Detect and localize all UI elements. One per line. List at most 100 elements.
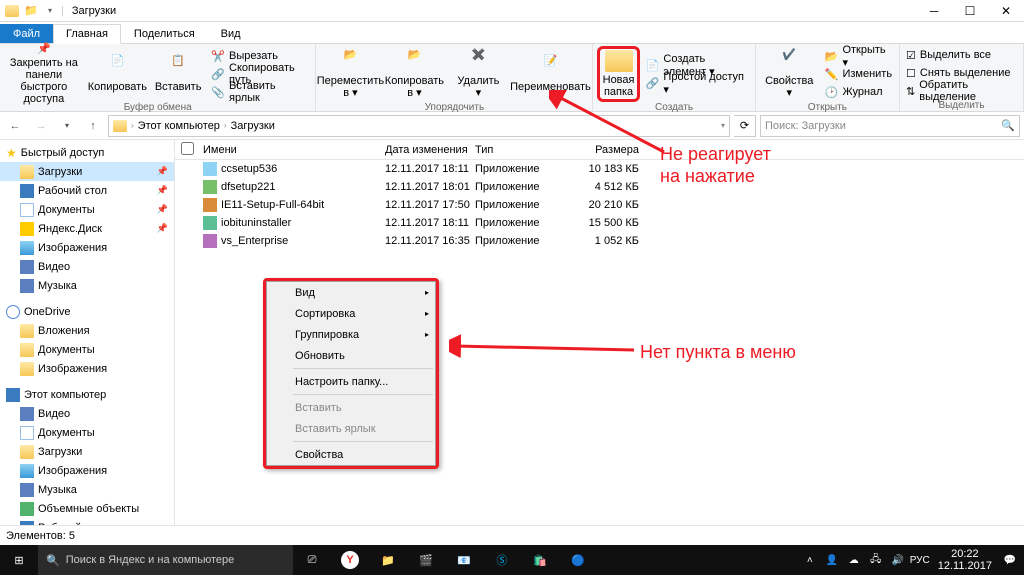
table-row[interactable]: dfsetup221 12.11.2017 18:01 Приложение 4… bbox=[175, 178, 1024, 196]
refresh-button[interactable]: ⟳ bbox=[734, 115, 756, 137]
sidebar-item-pc-downloads[interactable]: Загрузки bbox=[0, 442, 174, 461]
minimize-button[interactable]: ─ bbox=[916, 0, 952, 22]
tb-app3[interactable]: 🛍️ bbox=[521, 545, 559, 575]
clipboard-group-label: Буфер обмена bbox=[4, 102, 311, 114]
start-button[interactable]: ⊞ bbox=[0, 545, 38, 575]
table-row[interactable]: vs_Enterprise 12.11.2017 16:35 Приложени… bbox=[175, 232, 1024, 250]
properties-button[interactable]: ✔️Свойства ▾ bbox=[760, 46, 819, 102]
table-row[interactable]: ccsetup536 12.11.2017 18:11 Приложение 1… bbox=[175, 160, 1024, 178]
tray-network-icon[interactable]: 🖧 bbox=[866, 545, 886, 575]
tray-volume-icon[interactable]: 🔊 bbox=[888, 545, 908, 575]
crumb-0[interactable]: Этот компьютер bbox=[138, 120, 220, 132]
edit-button[interactable]: ✏️ Изменить bbox=[823, 65, 895, 83]
copy-button[interactable]: 📄Копировать bbox=[88, 46, 147, 102]
ribbon-tabs: Файл Главная Поделиться Вид bbox=[0, 22, 1024, 44]
tray-lang[interactable]: РУС bbox=[910, 545, 930, 575]
table-row[interactable]: IE11-Setup-Full-64bit 12.11.2017 17:50 П… bbox=[175, 196, 1024, 214]
qat-new-folder-icon[interactable]: 📁 bbox=[23, 3, 39, 19]
ctx-group[interactable]: Группировка bbox=[267, 324, 435, 345]
new-folder-button[interactable]: Новая папка bbox=[597, 46, 639, 102]
sidebar-item-videos[interactable]: Видео bbox=[0, 257, 174, 276]
invert-selection-button[interactable]: ⇅ Обратить выделение bbox=[904, 82, 1019, 100]
quick-access-header[interactable]: ★Быстрый доступ bbox=[0, 144, 174, 162]
task-view-button[interactable]: ⎚ bbox=[293, 545, 331, 575]
breadcrumb[interactable]: › Этот компьютер › Загрузки ▾ bbox=[108, 115, 730, 137]
pin-quick-access-button[interactable]: 📌 Закрепить на панели быстрого доступа bbox=[4, 46, 84, 102]
address-bar: ← → ▾ ↑ › Этот компьютер › Загрузки ▾ ⟳ … bbox=[0, 112, 1024, 140]
tray-chevron-up-icon[interactable]: ˄ bbox=[800, 545, 820, 575]
sidebar-item-pc-pictures[interactable]: Изображения bbox=[0, 461, 174, 480]
ctx-customize[interactable]: Настроить папку... bbox=[267, 371, 435, 392]
tray-onedrive-icon[interactable]: ☁ bbox=[844, 545, 864, 575]
item-count: Элементов: 5 bbox=[6, 530, 75, 542]
close-button[interactable]: ✕ bbox=[988, 0, 1024, 22]
qat-down-icon[interactable] bbox=[4, 3, 20, 19]
sidebar-item-pc-desktop[interactable]: Рабочий стол bbox=[0, 518, 174, 525]
forward-button[interactable]: → bbox=[30, 115, 52, 137]
ctx-sort[interactable]: Сортировка bbox=[267, 303, 435, 324]
tb-app1[interactable]: 🎬 bbox=[407, 545, 445, 575]
search-input[interactable]: Поиск: Загрузки 🔍 bbox=[760, 115, 1020, 137]
tb-explorer[interactable]: 📁 bbox=[369, 545, 407, 575]
maximize-button[interactable]: ☐ bbox=[952, 0, 988, 22]
pin-icon: 📌 bbox=[157, 166, 168, 177]
crumb-1[interactable]: Загрузки bbox=[231, 120, 275, 132]
ctx-paste: Вставить bbox=[267, 397, 435, 418]
open-button[interactable]: 📂 Открыть ▾ bbox=[823, 47, 895, 65]
easy-access-button[interactable]: 🔗 Простой доступ ▾ bbox=[644, 74, 751, 92]
sidebar-item-desktop[interactable]: Рабочий стол📌 bbox=[0, 181, 174, 200]
sidebar-item-od-docs[interactable]: Документы bbox=[0, 340, 174, 359]
sidebar-item-yandex[interactable]: Яндекс.Диск📌 bbox=[0, 219, 174, 238]
window-title: Загрузки bbox=[72, 5, 116, 17]
sidebar-item-pictures[interactable]: Изображения bbox=[0, 238, 174, 257]
history-button[interactable]: 🕑 Журнал bbox=[823, 83, 895, 101]
ctx-properties[interactable]: Свойства bbox=[267, 444, 435, 465]
sidebar-item-od-pics[interactable]: Изображения bbox=[0, 359, 174, 378]
search-icon: 🔍 bbox=[46, 554, 60, 567]
taskbar-search[interactable]: 🔍 Поиск в Яндекс и на компьютере bbox=[38, 545, 293, 575]
status-bar: Элементов: 5 bbox=[0, 525, 1024, 545]
sidebar-item-pc-music[interactable]: Музыка bbox=[0, 480, 174, 499]
copy-to-button[interactable]: 📂Копировать в ▾ bbox=[384, 46, 444, 102]
tab-file[interactable]: Файл bbox=[0, 24, 53, 43]
ctx-refresh[interactable]: Обновить bbox=[267, 345, 435, 366]
col-date[interactable]: Дата изменения bbox=[385, 144, 475, 156]
paste-button[interactable]: 📋Вставить bbox=[151, 46, 205, 102]
tb-yandex[interactable]: Y bbox=[331, 545, 369, 575]
col-size[interactable]: Размера bbox=[569, 144, 639, 156]
ctx-view[interactable]: Вид bbox=[267, 282, 435, 303]
select-all-checkbox[interactable] bbox=[181, 142, 194, 155]
this-pc-header[interactable]: Этот компьютер bbox=[0, 386, 174, 404]
tb-skype[interactable]: Ⓢ bbox=[483, 545, 521, 575]
tab-share[interactable]: Поделиться bbox=[121, 24, 208, 43]
sidebar-item-pc-videos[interactable]: Видео bbox=[0, 404, 174, 423]
tb-app2[interactable]: 📧 bbox=[445, 545, 483, 575]
col-name[interactable]: Имени bbox=[199, 144, 385, 156]
up-button[interactable]: ↑ bbox=[82, 115, 104, 137]
sidebar-item-music[interactable]: Музыка bbox=[0, 276, 174, 295]
onedrive-header[interactable]: OneDrive bbox=[0, 303, 174, 321]
select-all-button[interactable]: ☑ Выделить все bbox=[904, 46, 1019, 64]
sidebar-item-pc-3d[interactable]: Объемные объекты bbox=[0, 499, 174, 518]
star-icon: ★ bbox=[6, 146, 17, 160]
paste-shortcut-button[interactable]: 📎 Вставить ярлык bbox=[209, 83, 311, 101]
col-type[interactable]: Тип bbox=[475, 144, 569, 156]
notifications-button[interactable]: 💬 bbox=[1000, 545, 1020, 575]
tb-app4[interactable]: 🔵 bbox=[559, 545, 597, 575]
table-row[interactable]: iobituninstaller 12.11.2017 18:11 Прилож… bbox=[175, 214, 1024, 232]
sidebar-item-attachments[interactable]: Вложения bbox=[0, 321, 174, 340]
sidebar-item-downloads[interactable]: Загрузки📌 bbox=[0, 162, 174, 181]
tab-view[interactable]: Вид bbox=[208, 24, 254, 43]
qat-dropdown-icon[interactable]: ▾ bbox=[42, 3, 58, 19]
delete-button[interactable]: ✖️Удалить ▾ bbox=[448, 46, 508, 102]
sidebar-item-pc-docs[interactable]: Документы bbox=[0, 423, 174, 442]
sidebar-item-documents[interactable]: Документы📌 bbox=[0, 200, 174, 219]
folder-icon bbox=[113, 120, 127, 132]
move-to-button[interactable]: 📂Переместить в ▾ bbox=[320, 46, 380, 102]
back-button[interactable]: ← bbox=[4, 115, 26, 137]
recent-dropdown[interactable]: ▾ bbox=[56, 115, 78, 137]
rename-button[interactable]: 📝Переименовать bbox=[512, 46, 588, 102]
tab-home[interactable]: Главная bbox=[53, 24, 121, 44]
tray-clock[interactable]: 20:22 12.11.2017 bbox=[932, 548, 998, 572]
tray-people-icon[interactable]: 👤 bbox=[822, 545, 842, 575]
